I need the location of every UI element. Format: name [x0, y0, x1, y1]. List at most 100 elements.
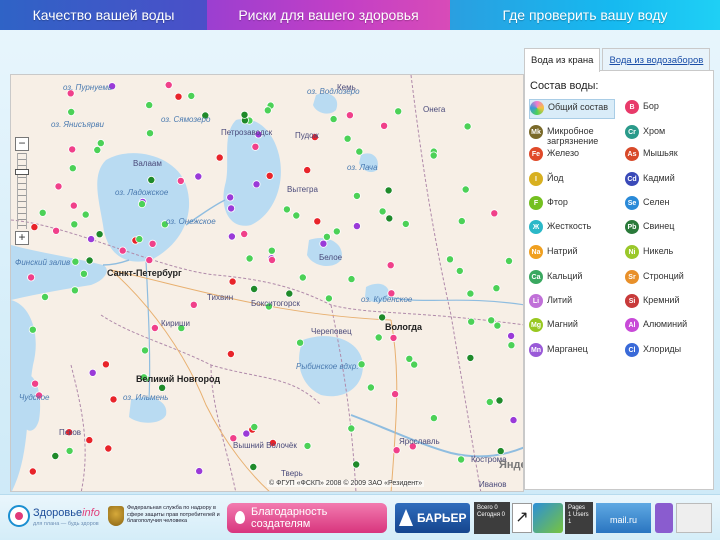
monitoring-point[interactable]	[466, 289, 475, 298]
monitoring-point[interactable]	[386, 261, 395, 270]
monitoring-point[interactable]	[347, 275, 356, 284]
monitoring-point[interactable]	[79, 269, 88, 278]
monitoring-point[interactable]	[96, 139, 105, 148]
monitoring-point[interactable]	[104, 444, 113, 453]
zoom-in-button[interactable]: +	[15, 231, 29, 245]
monitoring-point[interactable]	[332, 227, 341, 236]
monitoring-point[interactable]	[85, 436, 94, 445]
monitoring-point[interactable]	[263, 106, 272, 115]
tab-health-risks[interactable]: Риски для вашего здоровья	[207, 0, 450, 30]
monitoring-point[interactable]	[158, 383, 167, 392]
monitoring-point[interactable]	[380, 121, 389, 130]
monitoring-point[interactable]	[226, 193, 235, 202]
element-item[interactable]: Sr Стронций	[625, 269, 705, 289]
monitoring-point[interactable]	[145, 129, 154, 138]
monitoring-point[interactable]	[405, 354, 414, 363]
monitoring-point[interactable]	[265, 171, 274, 180]
monitoring-point[interactable]	[457, 217, 466, 226]
monitoring-point[interactable]	[429, 151, 438, 160]
monitoring-point[interactable]	[227, 204, 236, 213]
monitoring-point[interactable]	[65, 446, 74, 455]
element-item[interactable]: Mk Микробное загрязнение	[529, 124, 615, 146]
monitoring-point[interactable]	[240, 110, 249, 119]
monitoring-point[interactable]	[347, 424, 356, 433]
monitoring-point[interactable]	[69, 201, 78, 210]
element-item[interactable]: Cl Хлориды	[625, 342, 705, 362]
monitoring-point[interactable]	[27, 273, 36, 282]
monitoring-point[interactable]	[329, 115, 338, 124]
zdorovie-logo-icon[interactable]	[8, 505, 30, 527]
thanks-button[interactable]: Благодарность создателям	[227, 503, 387, 533]
monitoring-point[interactable]	[507, 331, 516, 340]
monitoring-point[interactable]	[93, 146, 102, 155]
monitoring-point[interactable]	[267, 246, 276, 255]
monitoring-point[interactable]	[496, 447, 505, 456]
monitoring-point[interactable]	[392, 446, 401, 455]
monitoring-point[interactable]	[68, 145, 77, 154]
element-item[interactable]: F Фтор	[529, 195, 615, 215]
monitoring-point[interactable]	[70, 286, 79, 295]
monitoring-point[interactable]	[140, 346, 149, 355]
monitoring-point[interactable]	[343, 134, 352, 143]
monitoring-point[interactable]	[28, 467, 37, 476]
element-item[interactable]: Ni Никель	[625, 244, 705, 264]
monitoring-point[interactable]	[242, 429, 251, 438]
monitoring-point[interactable]	[394, 107, 403, 116]
monitoring-point[interactable]	[504, 256, 513, 265]
monitoring-point[interactable]	[352, 460, 361, 469]
monitoring-point[interactable]	[228, 277, 237, 286]
monitoring-point[interactable]	[87, 235, 96, 244]
monitoring-point[interactable]	[267, 255, 276, 264]
monitoring-point[interactable]	[352, 191, 361, 200]
monitoring-point[interactable]	[68, 164, 77, 173]
monitoring-point[interactable]	[28, 325, 37, 334]
monitoring-point[interactable]	[164, 81, 173, 89]
rospotrebnadzor-link[interactable]: Федеральная служба по надзору в сфере за…	[127, 505, 223, 525]
monitoring-point[interactable]	[303, 166, 312, 175]
monitoring-point[interactable]	[378, 313, 387, 322]
monitoring-point[interactable]	[455, 266, 464, 275]
monitoring-point[interactable]	[509, 416, 518, 425]
monitoring-point[interactable]	[138, 200, 147, 209]
monitoring-point[interactable]	[67, 108, 76, 117]
element-item[interactable]: Mn Марганец	[529, 342, 615, 362]
monitoring-point[interactable]	[40, 292, 49, 301]
tab-where-to-check[interactable]: Где проверить вашу воду	[450, 0, 720, 30]
monitoring-point[interactable]	[150, 323, 159, 332]
map[interactable]: оз. Пурнуемь оз. Янисъярви оз. Сямозеро Пет…	[10, 74, 524, 492]
mail-ru-counter[interactable]: mail.ru	[596, 503, 651, 533]
monitoring-point[interactable]	[51, 451, 60, 460]
monitoring-point[interactable]	[135, 235, 144, 244]
element-item[interactable]: Si Кремний	[625, 293, 705, 313]
monitoring-point[interactable]	[38, 208, 47, 217]
monitoring-point[interactable]	[226, 349, 235, 358]
monitoring-point[interactable]	[490, 209, 499, 218]
monitoring-point[interactable]	[319, 239, 328, 248]
monitoring-point[interactable]	[245, 254, 254, 263]
monitoring-point[interactable]	[461, 185, 470, 194]
monitoring-point[interactable]	[194, 172, 203, 181]
element-item[interactable]: Общий состав	[529, 99, 615, 119]
monitoring-point[interactable]	[52, 226, 61, 235]
monitoring-point[interactable]	[493, 321, 502, 330]
monitoring-point[interactable]	[85, 256, 94, 265]
monitoring-point[interactable]	[355, 147, 364, 156]
monitoring-point[interactable]	[352, 222, 361, 231]
monitoring-point[interactable]	[148, 239, 157, 248]
counter-widget-1[interactable]: Всего 0 Сегодня 0	[474, 502, 510, 534]
element-item[interactable]: I Йод	[529, 171, 615, 191]
monitoring-point[interactable]	[30, 223, 39, 232]
monitoring-point[interactable]	[384, 186, 393, 195]
monitoring-point[interactable]	[118, 246, 127, 255]
monitoring-point[interactable]	[189, 300, 198, 309]
monitoring-point[interactable]	[391, 390, 400, 399]
monitoring-point[interactable]	[324, 294, 333, 303]
monitoring-point[interactable]	[389, 333, 398, 342]
monitoring-point[interactable]	[101, 360, 110, 369]
monitoring-point[interactable]	[298, 273, 307, 282]
monitoring-point[interactable]	[492, 284, 501, 293]
monitoring-point[interactable]	[357, 360, 366, 369]
element-item[interactable]: Se Селен	[625, 195, 705, 215]
monitoring-point[interactable]	[54, 182, 63, 191]
monitoring-point[interactable]	[250, 422, 259, 431]
